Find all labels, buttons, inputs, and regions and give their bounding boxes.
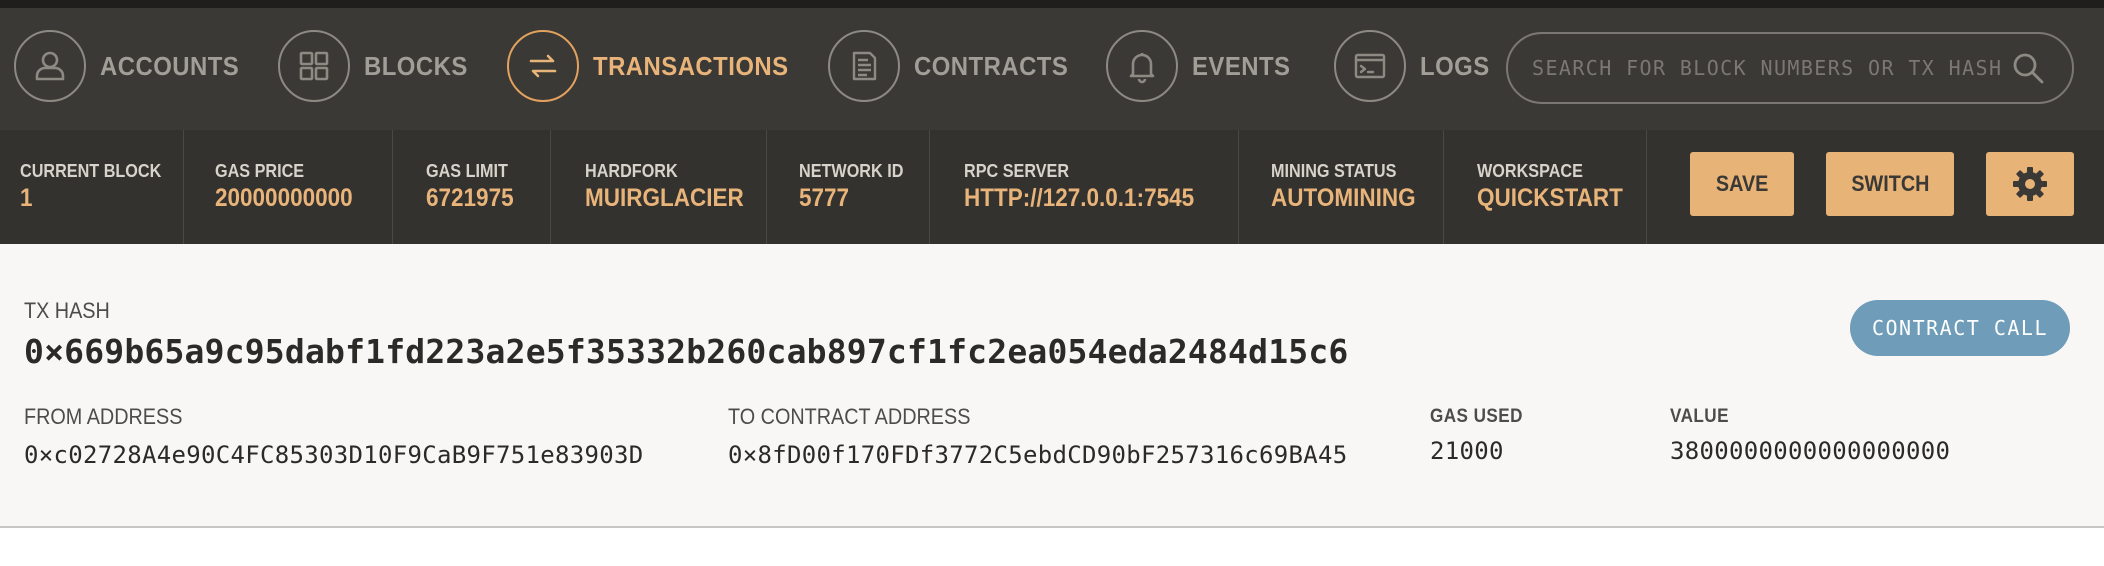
- settings-button[interactable]: [1986, 152, 2074, 216]
- rpc-server-label: RPC SERVER: [964, 161, 1070, 181]
- nav-logs-label: LOGS: [1420, 50, 1490, 81]
- hardfork-value: MUIRGLACIER: [585, 184, 744, 212]
- network-id-value: 5777: [799, 184, 850, 212]
- document-icon: [828, 30, 900, 102]
- search-input[interactable]: [1532, 56, 2004, 80]
- value-value: 3800000000000000000: [1670, 437, 1951, 465]
- tx-hash-value: 0×669b65a9c95dabf1fd223a2e5f35332b260cab…: [24, 332, 1349, 371]
- nav-contracts[interactable]: CONTRACTS: [828, 30, 1082, 102]
- user-icon: [14, 30, 86, 102]
- gas-limit-stat: GAS LIMIT 6721975: [406, 130, 551, 244]
- workspace-stat: WORKSPACE QUICKSTART: [1457, 130, 1647, 244]
- rpc-server-value: HTTP://127.0.0.1:7545: [964, 184, 1195, 212]
- status-bar: CURRENT BLOCK 1 GAS PRICE 20000000000 GA…: [0, 130, 2104, 244]
- grid-icon: [278, 30, 350, 102]
- switch-button[interactable]: SWITCH: [1826, 152, 1954, 216]
- workspace-label: WORKSPACE: [1477, 161, 1583, 181]
- bell-icon: [1106, 30, 1178, 102]
- switch-button-label: SWITCH: [1850, 171, 1930, 196]
- arrows-icon: [507, 30, 579, 102]
- value-label: VALUE: [1670, 406, 1729, 427]
- gas-price-stat: GAS PRICE 20000000000: [195, 130, 393, 244]
- from-address-value: 0×c02728A4e90C4FC85303D10F9CaB9F751e8390…: [24, 441, 644, 469]
- nav-transactions-label: TRANSACTIONS: [593, 50, 789, 81]
- network-id-label: NETWORK ID: [799, 161, 904, 181]
- nav-accounts[interactable]: ACCOUNTS: [14, 30, 251, 102]
- nav-transactions[interactable]: TRANSACTIONS: [507, 30, 806, 102]
- terminal-icon: [1334, 30, 1406, 102]
- gas-used-value: 21000: [1430, 437, 1504, 465]
- save-button[interactable]: SAVE: [1690, 152, 1794, 216]
- nav-events-label: EVENTS: [1192, 50, 1291, 81]
- nav-accounts-label: ACCOUNTS: [100, 50, 240, 81]
- search-box[interactable]: [1506, 32, 2074, 104]
- transaction-detail: TX HASH 0×669b65a9c95dabf1fd223a2e5f3533…: [0, 244, 2104, 528]
- nav-blocks-label: BLOCKS: [364, 50, 468, 81]
- gas-price-label: GAS PRICE: [215, 161, 305, 181]
- save-button-label: SAVE: [1715, 171, 1769, 196]
- current-block-value: 1: [20, 184, 33, 212]
- gas-price-value: 20000000000: [215, 184, 353, 212]
- workspace-value: QUICKSTART: [1477, 184, 1623, 212]
- search-icon[interactable]: [2008, 48, 2048, 88]
- gas-limit-value: 6721975: [426, 184, 514, 212]
- from-address-label: FROM ADDRESS: [24, 404, 183, 429]
- network-id-stat: NETWORK ID 5777: [779, 130, 930, 244]
- nav-contracts-label: CONTRACTS: [914, 50, 1069, 81]
- rpc-server-stat: RPC SERVER HTTP://127.0.0.1:7545: [944, 130, 1239, 244]
- current-block-label: CURRENT BLOCK: [20, 161, 162, 181]
- hardfork-label: HARDFORK: [585, 161, 678, 181]
- to-contract-address-value: 0×8fD00f170FDf3772C5ebdCD90bF257316c69BA…: [728, 441, 1348, 469]
- mining-status-label: MINING STATUS: [1271, 161, 1397, 181]
- gas-used-label: GAS USED: [1430, 406, 1523, 427]
- nav-blocks[interactable]: BLOCKS: [278, 30, 477, 102]
- hardfork-stat: HARDFORK MUIRGLACIER: [565, 130, 767, 244]
- mining-status-stat: MINING STATUS AUTOMINING: [1251, 130, 1444, 244]
- current-block-stat: CURRENT BLOCK 1: [0, 130, 184, 244]
- mining-status-value: AUTOMINING: [1271, 184, 1416, 212]
- tx-hash-label: TX HASH: [24, 298, 110, 323]
- nav-logs[interactable]: LOGS: [1334, 30, 1496, 102]
- window-top-border: [0, 0, 2104, 8]
- to-contract-address-label: TO CONTRACT ADDRESS: [728, 404, 971, 429]
- main-navigation: ACCOUNTS BLOCKS TRANSACTIONS CONTRACTS E…: [0, 8, 2104, 130]
- nav-events[interactable]: EVENTS: [1106, 30, 1299, 102]
- gas-limit-label: GAS LIMIT: [426, 161, 508, 181]
- gear-icon: [2013, 167, 2047, 201]
- contract-call-badge: CONTRACT CALL: [1850, 300, 2070, 356]
